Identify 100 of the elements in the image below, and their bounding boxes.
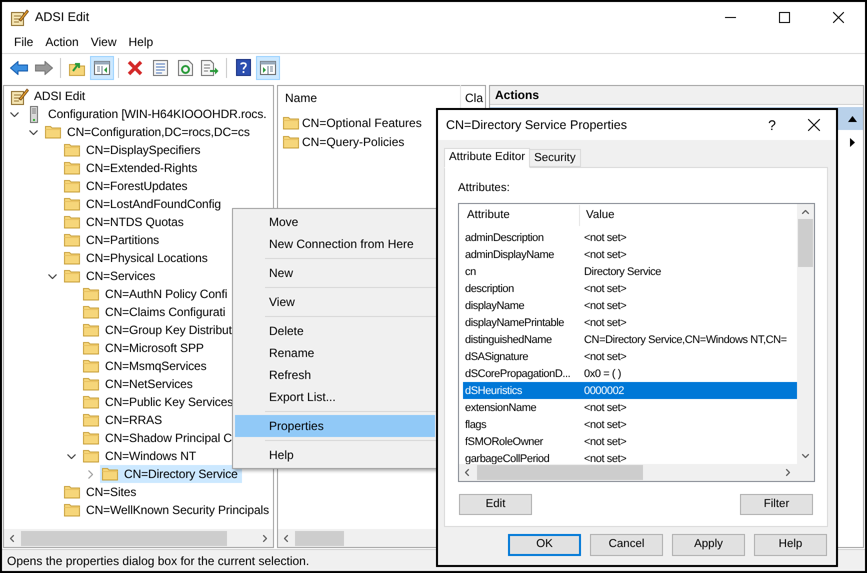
menu-item[interactable]: Properties xyxy=(235,415,435,437)
expand-arrow-icon[interactable] xyxy=(850,138,855,146)
attribute-row[interactable]: description <not set> xyxy=(463,280,797,298)
chevron-down-icon[interactable] xyxy=(67,454,76,458)
scrollbar-thumb[interactable] xyxy=(21,530,227,546)
help-icon xyxy=(236,59,250,76)
tree-item[interactable]: CN=RRAS xyxy=(81,411,166,429)
tree-item[interactable]: CN=MsmqServices xyxy=(81,357,211,375)
tree-item[interactable]: CN=ForestUpdates xyxy=(62,177,192,195)
tree-item[interactable]: CN=Public Key Services xyxy=(81,393,238,411)
scroll-left-icon[interactable] xyxy=(465,469,469,476)
tree-item[interactable]: CN=Partitions xyxy=(62,231,164,249)
folder-icon xyxy=(283,116,299,130)
scroll-left-icon[interactable] xyxy=(284,534,288,542)
chevron-down-icon[interactable] xyxy=(10,112,19,116)
action-pane-button[interactable] xyxy=(256,56,280,80)
folder-icon xyxy=(64,251,80,265)
tree-item[interactable]: Configuration [WIN-H64KIOOOHDR.rocs. xyxy=(24,105,270,123)
attribute-row[interactable]: cn Directory Service xyxy=(463,263,797,280)
attribute-row[interactable]: garbageCollPeriod <not set> xyxy=(463,450,797,464)
menu-item[interactable]: Delete xyxy=(235,320,435,342)
folder-icon xyxy=(83,431,99,445)
table-cell-text: <not set> xyxy=(584,298,626,314)
tree-item[interactable]: CN=NTDS Quotas xyxy=(62,213,188,231)
tree-item[interactable]: CN=Physical Locations xyxy=(62,249,212,267)
dialog-button[interactable]: Help xyxy=(754,534,827,556)
chevron-down-icon[interactable] xyxy=(48,274,57,278)
attribute-row[interactable]: dSCorePropagationD... 0x0 = ( ) xyxy=(463,365,797,382)
tree-item[interactable]: CN=Shadow Principal C xyxy=(81,429,236,447)
console-tree-button[interactable] xyxy=(90,56,114,80)
tab[interactable]: Security xyxy=(530,149,581,167)
scroll-right-icon[interactable] xyxy=(263,534,267,542)
tree-item[interactable]: CN=Extended-Rights xyxy=(62,159,202,177)
menu-item[interactable]: New Connection from Here xyxy=(235,233,435,255)
help-button[interactable]: ? xyxy=(752,110,792,140)
list-item[interactable]: CN=Query-Policies xyxy=(283,132,408,151)
menu-item[interactable]: File xyxy=(8,32,40,52)
list-label: Attributes: xyxy=(458,181,511,196)
tree-item[interactable]: CN=DisplaySpecifiers xyxy=(62,141,204,159)
chevron-right-icon[interactable] xyxy=(88,470,93,478)
scroll-right-icon[interactable] xyxy=(786,469,790,476)
attribute-row[interactable]: displayName <not set> xyxy=(463,297,797,314)
folder-icon xyxy=(64,143,80,157)
tree-item[interactable]: CN=Configuration,DC=rocs,DC=cs xyxy=(43,123,254,141)
list-item[interactable]: CN=Optional Features xyxy=(283,113,425,132)
list-button[interactable]: Filter xyxy=(740,494,813,516)
menu-item[interactable]: Export List... xyxy=(235,386,435,408)
attribute-row[interactable]: distinguishedName CN=Directory Service,CN=Windows NT,CN= xyxy=(463,331,797,348)
folder-icon xyxy=(83,323,99,337)
menu-item[interactable]: Refresh xyxy=(235,364,435,386)
tree-item[interactable]: CN=Claims Configurati xyxy=(81,303,230,321)
dialog-button[interactable]: OK xyxy=(508,534,581,556)
menu-item[interactable]: Action xyxy=(39,32,85,52)
attribute-row[interactable]: adminDisplayName <not set> xyxy=(463,246,797,264)
tree-item[interactable]: CN=Group Key Distribut xyxy=(81,321,236,339)
folder-icon xyxy=(64,485,80,499)
scroll-up-icon[interactable] xyxy=(802,210,809,214)
scroll-left-icon[interactable] xyxy=(10,534,14,542)
menu-item[interactable]: View xyxy=(235,291,435,313)
column-header[interactable]: Value xyxy=(580,205,797,226)
tree-item[interactable]: CN=Sites xyxy=(62,483,140,501)
tree-item[interactable]: CN=AuthN Policy Confi xyxy=(81,285,232,303)
tree-item[interactable]: CN=Windows NT xyxy=(81,447,200,465)
attribute-row[interactable]: extensionName <not set> xyxy=(463,399,797,416)
attribute-row[interactable]: displayNamePrintable <not set> xyxy=(463,314,797,332)
tree-item[interactable]: CN=WellKnown Security Principals xyxy=(62,501,273,519)
scrollbar-thumb[interactable] xyxy=(295,530,344,546)
menu-item[interactable]: Help xyxy=(122,32,160,52)
dialog-button[interactable]: Cancel xyxy=(590,534,663,556)
menu-item[interactable]: Move xyxy=(235,211,435,233)
menu-item[interactable]: Rename xyxy=(235,342,435,364)
scrollbar-thumb[interactable] xyxy=(798,219,813,268)
attribute-row[interactable]: flags <not set> xyxy=(463,416,797,434)
scrollbar-thumb[interactable] xyxy=(477,465,643,480)
attribute-row[interactable]: dSASignature <not set> xyxy=(463,348,797,366)
list-button[interactable]: Edit xyxy=(459,494,532,516)
tab[interactable]: Attribute Editor xyxy=(444,148,530,168)
dialog-button[interactable]: Apply xyxy=(672,534,745,556)
menu-item[interactable]: View xyxy=(84,32,122,52)
close-icon xyxy=(832,12,844,22)
table-cell-text: description xyxy=(464,282,515,296)
column-header[interactable]: Attribute xyxy=(463,205,580,226)
tree-item[interactable]: CN=NetServices xyxy=(81,375,197,393)
attribute-row[interactable]: fSMORoleOwner <not set> xyxy=(463,433,797,450)
tree-item[interactable]: CN=Services xyxy=(62,267,160,285)
menu-item[interactable]: Help xyxy=(235,444,435,466)
chevron-down-icon[interactable] xyxy=(29,130,38,134)
menu-item[interactable]: New xyxy=(235,262,435,284)
attribute-row[interactable]: dSHeuristics 0000002 xyxy=(463,382,797,400)
dialog-title: CN=Directory Service Properties xyxy=(446,116,627,134)
tree-item[interactable]: ADSI Edit xyxy=(9,87,90,105)
tree-item[interactable]: CN=LostAndFoundConfig xyxy=(62,195,225,213)
tree-item[interactable]: CN=Directory Service xyxy=(100,465,242,483)
table-cell-text: extensionName xyxy=(464,400,538,416)
table-cell-text: <not set> xyxy=(584,248,626,262)
tree-item[interactable]: CN=Microsoft SPP xyxy=(81,339,208,357)
column-header[interactable]: Cla xyxy=(461,85,484,110)
notepad-pencil-icon xyxy=(11,8,29,26)
attribute-row[interactable]: adminDescription <not set> xyxy=(463,229,797,246)
scroll-down-icon[interactable] xyxy=(802,454,809,458)
